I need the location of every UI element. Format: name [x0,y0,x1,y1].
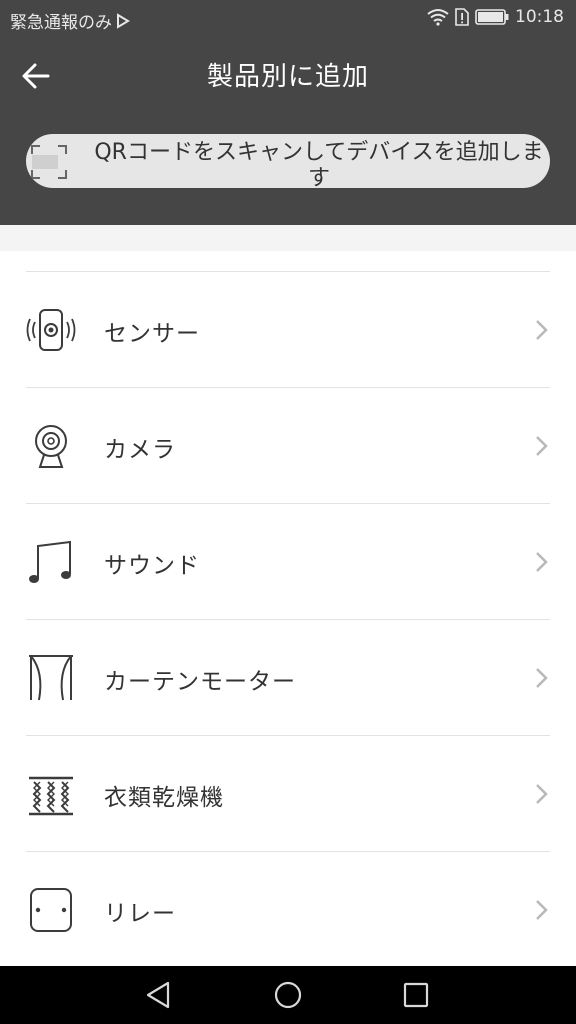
category-row-sound[interactable]: サウンド [26,503,550,619]
chevron-right-icon [536,668,548,688]
category-label: サウンド [104,553,200,579]
wifi-icon [427,9,449,26]
chevron-right-icon [536,784,548,804]
clock-text: 10:18 [515,7,564,27]
scan-qr-label: QRコードをスキャンしてデバイスを追加します [94,140,544,188]
chevron-right-icon [536,320,548,340]
category-row-camera[interactable]: カメラ [26,387,550,503]
system-navigation-bar [0,966,576,1024]
status-bar: 緊急通報のみ 10:18 [0,0,576,38]
nav-home-icon[interactable] [271,978,305,1012]
category-label: リレー [104,901,176,927]
chevron-right-icon [536,900,548,920]
relay-icon [30,888,72,932]
category-label: カーテンモーター [104,669,296,695]
chevron-right-icon [536,436,548,456]
clothes-dryer-icon [29,776,73,816]
play-store-notification-icon [117,12,130,29]
nav-back-icon[interactable] [142,978,176,1012]
battery-icon [475,9,509,25]
category-row-sensor[interactable]: センサー [26,271,550,387]
category-list: センサー カメラ サウンド カーテンモーター 衣類乾燥機 リレー [0,271,576,967]
category-label: センサー [104,321,200,347]
app-bar: 製品別に追加 QRコードをスキャンしてデバイスを追加します [0,38,576,225]
scan-qr-button[interactable]: QRコードをスキャンしてデバイスを追加します [26,134,550,188]
no-sim-icon [455,8,469,26]
category-label: 衣類乾燥機 [104,785,224,811]
category-label: カメラ [104,437,176,463]
music-note-icon [29,540,71,583]
sensor-icon [26,309,76,351]
section-separator [0,225,576,251]
page-title: 製品別に追加 [206,62,369,92]
chevron-right-icon [536,552,548,572]
category-row-clothes-dryer[interactable]: 衣類乾燥機 [26,735,550,851]
category-row-curtain-motor[interactable]: カーテンモーター [26,619,550,735]
curtain-icon [29,655,73,701]
camera-icon [35,425,67,468]
qr-scan-icon [31,145,67,179]
carrier-text: 緊急通報のみ [10,13,112,33]
nav-recents-icon[interactable] [399,978,433,1012]
category-row-relay[interactable]: リレー [26,851,550,967]
